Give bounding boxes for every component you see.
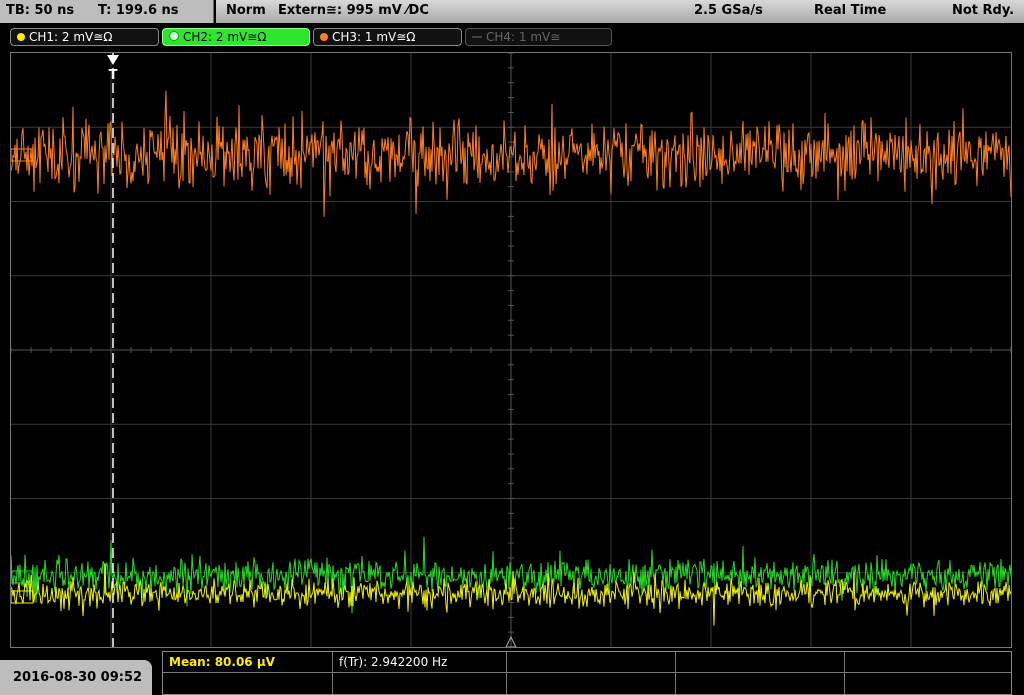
measurement-slot-empty[interactable] xyxy=(676,652,845,673)
measurement-frequency[interactable]: f(Tr): 2.942200 Hz xyxy=(333,652,507,673)
trigger-source[interactable]: Extern≅: 995 mV ⁄DC xyxy=(278,3,429,18)
ch4-indicator-icon xyxy=(472,36,482,38)
measurement-slot-empty[interactable] xyxy=(163,673,333,694)
channel-tab-ch2[interactable]: CH2: 2 mV≅Ω xyxy=(162,28,310,46)
measurement-slot-empty[interactable] xyxy=(507,652,676,673)
run-status: Not Rdy. xyxy=(952,3,1015,18)
graticule-svg: T xyxy=(11,53,1011,647)
measurement-slot-empty[interactable] xyxy=(676,673,845,694)
ch1-label: CH1: 2 mV≅Ω xyxy=(29,30,113,44)
acquisition-mode[interactable]: Real Time xyxy=(814,3,886,18)
measurement-slot-empty[interactable] xyxy=(845,673,1011,694)
trigger-time-readout: T: 199.6 ns xyxy=(98,3,179,18)
ch4-label: CH4: 1 mV≅ xyxy=(486,30,561,44)
measurement-mean[interactable]: Mean: 80.06 µV xyxy=(163,652,333,673)
measurement-panel[interactable]: Mean: 80.06 µV f(Tr): 2.942200 Hz xyxy=(162,651,1012,695)
ch2-indicator-icon xyxy=(169,31,179,41)
ch2-label: CH2: 2 mV≅Ω xyxy=(183,30,267,44)
channel-tab-ch3[interactable]: CH3: 1 mV≅Ω xyxy=(313,28,462,46)
waveform-display[interactable]: T xyxy=(10,52,1012,648)
ch1-indicator-icon xyxy=(17,33,25,41)
trigger-mode[interactable]: Norm xyxy=(226,3,266,18)
trigger-position-icon xyxy=(107,55,119,65)
measurement-slot-empty[interactable] xyxy=(507,673,676,694)
measurement-slot-empty[interactable] xyxy=(845,652,1011,673)
channel-tab-ch4[interactable]: CH4: 1 mV≅ xyxy=(465,28,612,46)
ch3-indicator-icon xyxy=(320,33,328,41)
top-status-bar: TB: 50 ns T: 199.6 ns Norm Extern≅: 995 … xyxy=(0,0,1024,24)
measurement-slot-empty[interactable] xyxy=(333,673,507,694)
timebase-box[interactable]: TB: 50 ns T: 199.6 ns xyxy=(0,0,214,23)
channel-tab-ch1[interactable]: CH1: 2 mV≅Ω xyxy=(10,28,159,46)
sample-rate: 2.5 GSa/s xyxy=(694,3,763,18)
ch3-label: CH3: 1 mV≅Ω xyxy=(332,30,416,44)
datetime-readout: 2016-08-30 09:52 xyxy=(13,670,143,685)
acquisition-status-band: Norm Extern≅: 995 mV ⁄DC 2.5 GSa/s Real … xyxy=(216,0,1024,23)
timebase-readout: TB: 50 ns xyxy=(6,3,75,18)
trigger-marker-label: T xyxy=(109,68,118,83)
datetime-box: 2016-08-30 09:52 xyxy=(0,660,152,695)
